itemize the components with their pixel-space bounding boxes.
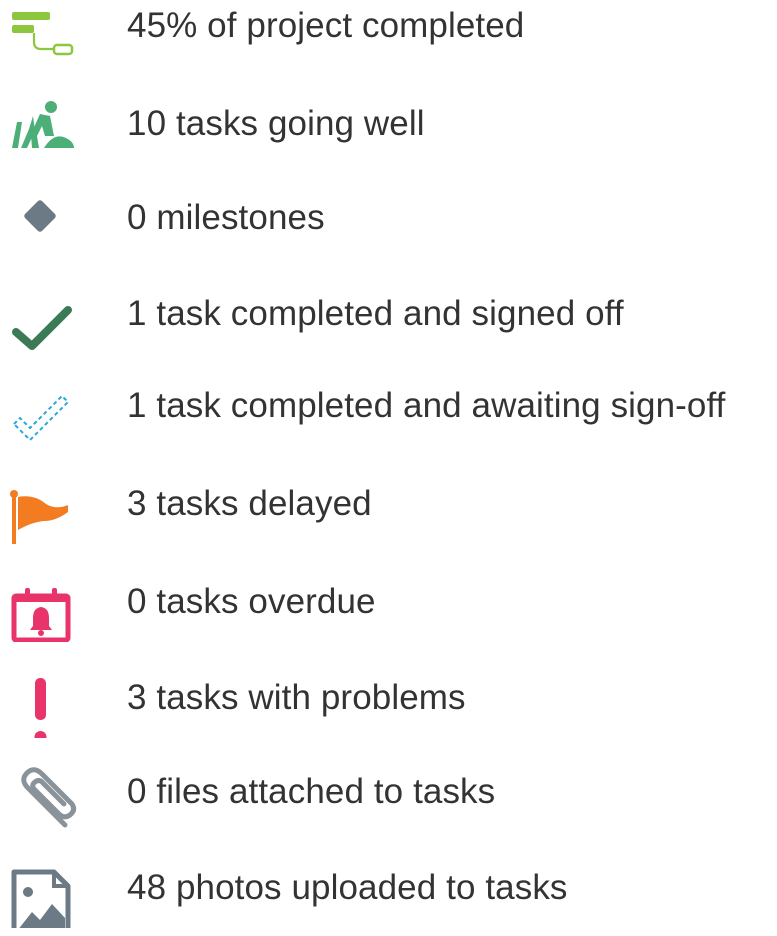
calendar-alarm-icon: [4, 562, 78, 642]
milestone-diamond-icon: [4, 178, 78, 258]
exclamation-icon: [4, 658, 78, 738]
summary-item-milestones: 0 milestones: [0, 178, 777, 258]
summary-item-problems: 3 tasks with problems: [0, 658, 777, 738]
project-summary-list: 45% of project completed 10 tasks going …: [0, 0, 777, 936]
summary-item-delayed: 3 tasks delayed: [0, 464, 777, 544]
summary-item-files: 0 files attached to tasks: [0, 752, 777, 832]
summary-item-label: 1 task completed and signed off: [127, 294, 624, 333]
summary-item-awaiting-sign-off: 1 task completed and awaiting sign-off: [0, 366, 777, 446]
dashed-checkmark-icon: [4, 366, 78, 446]
worker-digging-icon: [4, 84, 78, 164]
summary-item-overdue: 0 tasks overdue: [0, 562, 777, 642]
summary-item-progress: 45% of project completed: [0, 0, 777, 66]
summary-item-label: 0 files attached to tasks: [127, 772, 496, 811]
gantt-progress-icon: [4, 0, 78, 66]
summary-item-signed-off: 1 task completed and signed off: [0, 274, 777, 354]
photo-icon: [4, 848, 78, 928]
summary-item-label: 10 tasks going well: [127, 104, 425, 143]
summary-item-label: 1 task completed and awaiting sign-off: [127, 386, 726, 425]
summary-item-label: 0 milestones: [127, 198, 325, 237]
summary-item-label: 3 tasks with problems: [127, 678, 466, 717]
checkmark-icon: [4, 274, 78, 354]
summary-item-label: 0 tasks overdue: [127, 582, 376, 621]
delayed-flag-icon: [4, 464, 78, 544]
summary-item-going-well: 10 tasks going well: [0, 84, 777, 164]
paperclip-icon: [4, 752, 78, 832]
summary-item-label: 45% of project completed: [127, 6, 525, 45]
summary-item-photos: 48 photos uploaded to tasks: [0, 848, 777, 928]
summary-item-label: 3 tasks delayed: [127, 484, 372, 523]
summary-item-label: 48 photos uploaded to tasks: [127, 868, 568, 907]
